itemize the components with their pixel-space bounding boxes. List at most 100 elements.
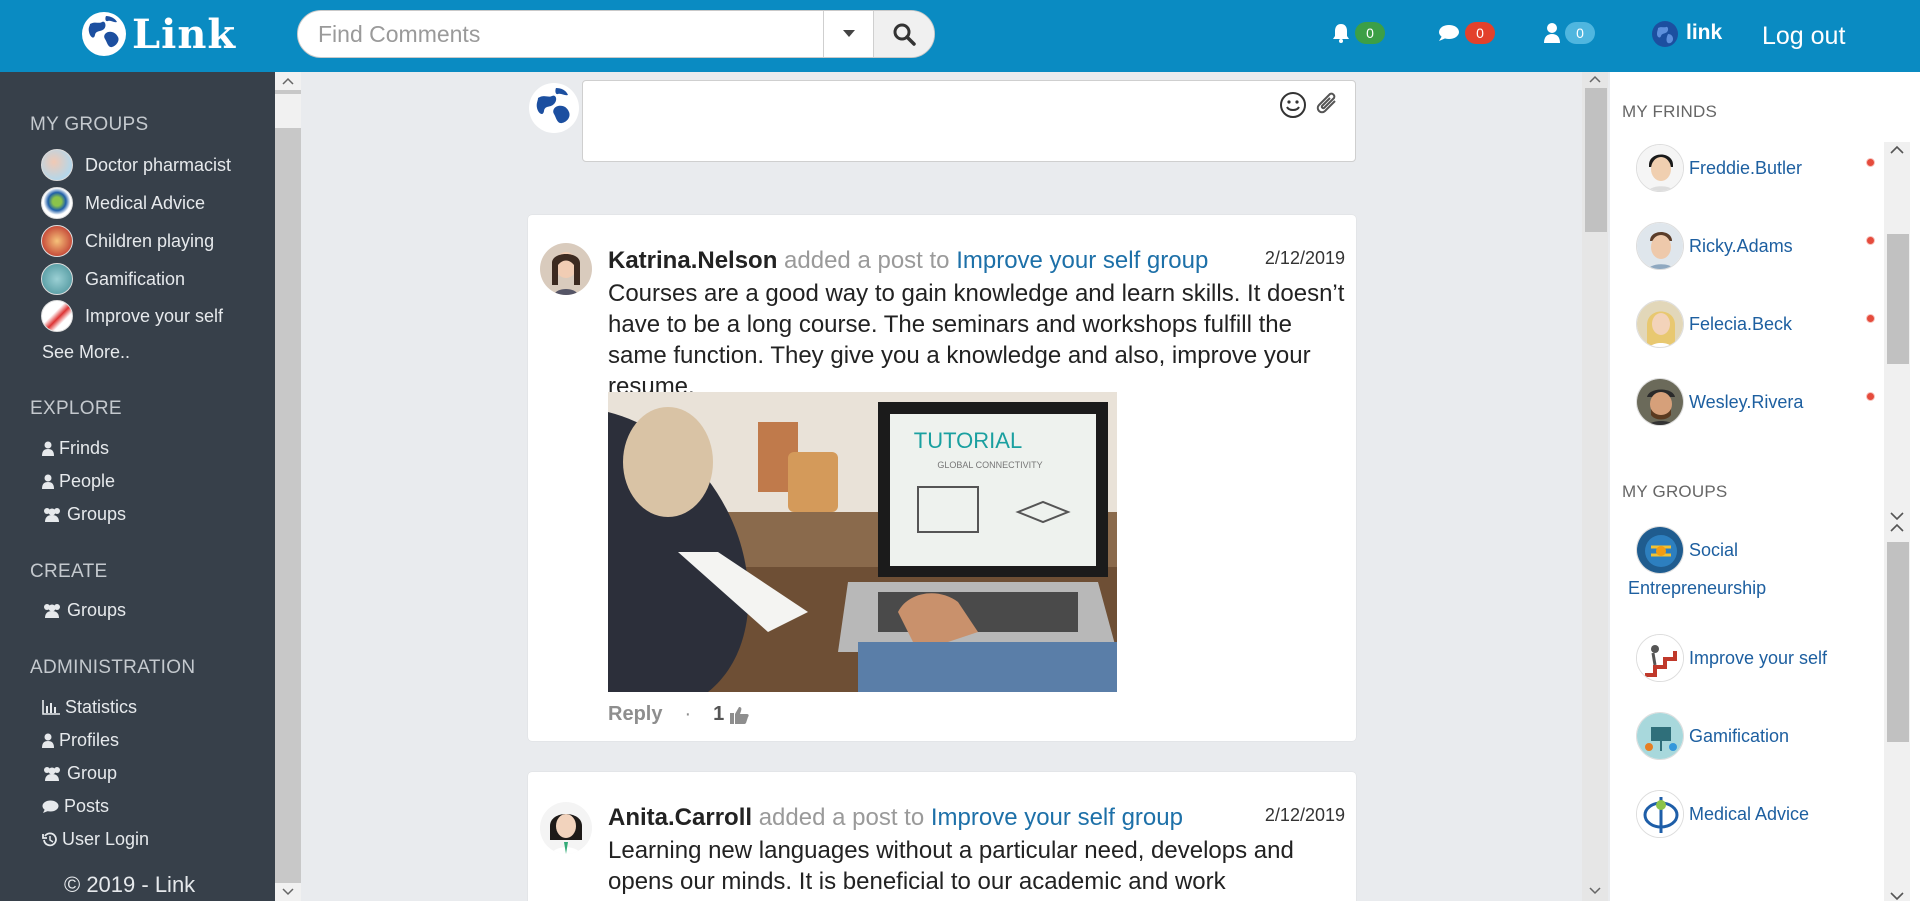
logout-link[interactable]: Log out [1762,22,1845,51]
online-status-dot [1866,158,1875,167]
post-composer[interactable] [582,80,1356,162]
scrollbar-thumb[interactable] [1585,88,1607,232]
my-groups-heading: MY GROUPS [30,114,149,135]
sidebar-item-group[interactable]: Group [42,763,117,784]
post-image-subtitle: GLOBAL CONNECTIVITY [937,460,1042,470]
notifications-button[interactable]: 0 [1332,22,1385,44]
brand-name: Link [132,10,237,58]
current-user-name: link [1686,21,1723,44]
online-status-dot [1866,314,1875,323]
sidebar-group-improve-your-self[interactable]: Improve your self [41,300,223,332]
sidebar-item-posts[interactable]: Posts [42,796,109,817]
see-more-groups-link[interactable]: See More.. [42,342,130,363]
sidebar-group-gamification[interactable]: Gamification [41,263,185,295]
friend-item[interactable]: Wesley.Rivera [1636,378,1803,426]
post-text: Courses are a good way to gain knowledge… [608,280,1345,400]
right-group-improve-your-self[interactable]: Improve your self [1636,634,1827,682]
sidebar-item-statistics[interactable]: Statistics [42,697,137,718]
user-avatar-globe-icon [1652,21,1678,47]
right-group-medical-advice[interactable]: Medical Advice [1636,790,1809,838]
online-status-dot [1866,392,1875,401]
scroll-up-icon[interactable] [1890,522,1904,534]
sidebar-item-profiles[interactable]: Profiles [42,730,119,751]
post-date: 2/12/2019 [1264,248,1345,268]
scroll-down-icon[interactable] [275,883,301,901]
sidebar-item-groups[interactable]: Groups [42,504,126,525]
reply-button[interactable]: Reply [608,703,662,726]
sidebar-group-label: Gamification [85,268,186,289]
scrollbar-thumb[interactable] [1887,542,1909,742]
composer-avatar [528,82,580,134]
friend-avatar [1636,222,1684,270]
messages-button[interactable]: 0 [1438,22,1495,44]
sidebar-group-label: Improve your self [85,305,224,326]
brand-logo[interactable]: Link [80,10,236,58]
post-author[interactable]: Katrina.Nelson [608,247,777,274]
post-verb: added a post to [777,247,957,274]
sidebar-item-user-login[interactable]: User Login [42,829,149,850]
right-group-social-entrepreneurship[interactable]: Social [1636,526,1738,574]
sidebar-item-frinds[interactable]: Frinds [42,438,109,459]
friend-requests-button[interactable]: 0 [1544,22,1595,44]
users-icon [44,604,60,618]
user-icon [1544,23,1560,43]
scroll-down-icon[interactable] [1589,884,1601,898]
right-group-label: Gamification [1689,725,1790,746]
sidebar-group-children-playing[interactable]: Children playing [41,225,214,257]
friend-name: Felecia.Beck [1689,313,1793,334]
comment-icon [1439,25,1459,41]
left-sidebar-scrollbar[interactable] [275,72,301,901]
friend-item[interactable]: Freddie.Butler [1636,144,1802,192]
search-bar [297,10,935,58]
search-button[interactable] [873,11,934,57]
online-status-dot [1866,236,1875,245]
post-group-link[interactable]: Improve your self group [931,804,1183,831]
sidebar-group-label: Medical Advice [85,192,206,213]
group-avatar [1636,712,1684,760]
separator-dot: · [684,703,692,725]
like-count: 1 [713,703,725,725]
scroll-down-icon[interactable] [1890,890,1904,901]
post-group-link[interactable]: Improve your self group [956,247,1208,274]
sidebar-group-doctor-pharmacist[interactable]: Doctor pharmacist [41,149,231,181]
right-group-label: Improve your self [1689,647,1828,668]
search-filter-dropdown[interactable] [823,11,873,57]
friend-item[interactable]: Felecia.Beck [1636,300,1792,348]
post-image[interactable]: TUTORIAL GLOBAL CONNECTIVITY [608,392,1117,692]
post-author[interactable]: Anita.Carroll [608,804,752,831]
current-user[interactable]: link [1650,16,1722,50]
right-my-groups-heading: MY GROUPS [1622,482,1728,501]
bar-chart-icon [42,700,60,715]
scroll-up-icon[interactable] [1589,72,1601,86]
thumbs-up-icon[interactable] [730,706,750,724]
right-group-social-entrepreneurship-line2[interactable]: Entrepreneurship [1628,578,1766,599]
author-avatar[interactable] [540,243,592,295]
sidebar-item-label: Groups [67,504,127,524]
scroll-up-icon[interactable] [1890,144,1904,156]
sidebar-item-label: User Login [62,829,150,849]
paperclip-icon[interactable] [1315,91,1341,119]
caret-down-icon [842,30,855,37]
scroll-up-icon[interactable] [275,72,301,90]
emoji-icon[interactable] [1279,91,1307,119]
friend-item[interactable]: Ricky.Adams [1636,222,1793,270]
author-avatar[interactable] [540,802,592,854]
right-group-gamification[interactable]: Gamification [1636,712,1789,760]
scrollbar-thumb[interactable] [275,94,301,128]
sidebar-item-label: Groups [67,600,127,620]
post-verb: added a post to [752,804,931,831]
scrollbar-thumb[interactable] [1887,234,1909,364]
sidebar-item-label: Posts [64,796,110,816]
group-avatar [1636,634,1684,682]
sidebar-group-medical-advice[interactable]: Medical Advice [41,187,205,219]
friends-scrollbar[interactable] [1884,142,1910,532]
right-group-label-line1: Social [1689,539,1739,560]
groups-scrollbar[interactable] [1884,520,1910,901]
search-input[interactable] [298,11,823,57]
group-avatar [41,187,73,219]
copyright: © 2019 - Link [64,872,196,897]
feed-scrollbar[interactable] [1582,72,1608,901]
sidebar-item-create-groups[interactable]: Groups [42,600,126,621]
sidebar-item-people[interactable]: People [42,471,115,492]
sidebar-item-label: Group [67,763,118,783]
